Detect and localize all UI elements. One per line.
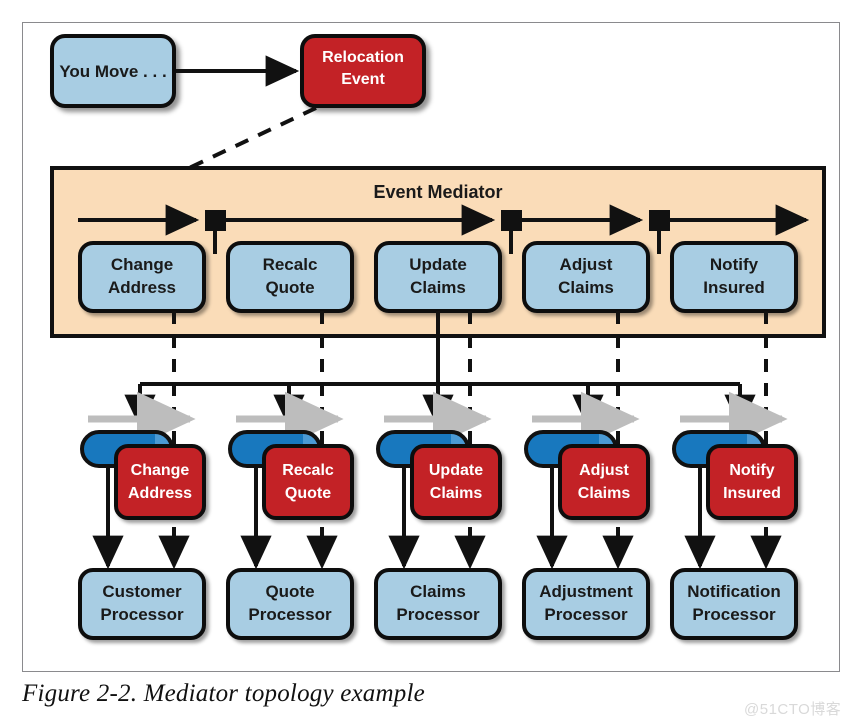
processor-label-line1: Quote (265, 582, 314, 601)
processor-claims[interactable]: Claims Processor (374, 568, 502, 640)
mediator-step-label-line2: Insured (703, 278, 764, 297)
mediator-topology-diagram: You Move . . . Relocation Event Event Me… (50, 34, 826, 640)
event-channel-notify-insured[interactable]: Notify Insured (672, 430, 798, 570)
mediator-step-recalc-quote[interactable]: Recalc Quote (226, 241, 354, 313)
event-channel-label-line1: Notify (729, 462, 774, 479)
mediator-step-label-line1: Adjust (560, 255, 613, 274)
processor-label-line2: Processor (396, 605, 480, 624)
mediator-step-adjust-claims[interactable]: Adjust Claims (522, 241, 650, 313)
event-channel-label-line2: Quote (285, 485, 331, 502)
figure-root: You Move . . . Relocation Event Event Me… (0, 0, 865, 728)
mediator-step-label-line2: Claims (410, 278, 466, 297)
processor-label-line1: Adjustment (539, 582, 633, 601)
mediator-step-label-line2: Claims (558, 278, 614, 297)
event-channel-adjust-claims[interactable]: Adjust Claims (524, 430, 650, 570)
processor-label-line1: Customer (102, 582, 182, 601)
relocation-event-label-line2: Event (341, 71, 385, 88)
processor-label-line2: Processor (544, 605, 628, 624)
mediator-step-label-line1: Notify (710, 255, 759, 274)
event-channel-label-line1: Update (429, 462, 483, 479)
event-channel-label-line2: Insured (723, 485, 781, 502)
mediator-step-label-line1: Change (111, 255, 173, 274)
mediator-step-label-line2: Quote (265, 278, 314, 297)
event-channel-recalc-quote[interactable]: Recalc Quote (228, 430, 354, 570)
initiator-label: You Move . . . (59, 62, 166, 81)
mediator-step-label-line2: Address (108, 278, 176, 297)
initiator-node[interactable]: You Move . . . (50, 34, 176, 108)
event-channel-update-claims[interactable]: Update Claims (376, 430, 502, 570)
processor-customer[interactable]: Customer Processor (78, 568, 206, 640)
figure-caption: Figure 2-2. Mediator topology example (22, 680, 425, 707)
processor-label-line2: Processor (100, 605, 184, 624)
mediator-step-label-line1: Update (409, 255, 467, 274)
event-channel-label-line1: Recalc (282, 462, 334, 479)
processor-quote[interactable]: Quote Processor (226, 568, 354, 640)
mediator-step-update-claims[interactable]: Update Claims (374, 241, 502, 313)
processor-label-line2: Processor (248, 605, 332, 624)
mediator-step-notify-insured[interactable]: Notify Insured (670, 241, 798, 313)
mediator-step-label-line1: Recalc (263, 255, 318, 274)
processor-label-line1: Notification (687, 582, 781, 601)
processor-adjustment[interactable]: Adjustment Processor (522, 568, 650, 640)
event-channel-label-line2: Claims (430, 485, 483, 502)
relocation-event-label-line1: Relocation (322, 49, 404, 66)
event-channel-change-address[interactable]: Change Address (80, 430, 206, 570)
mediator-step-change-address[interactable]: Change Address (78, 241, 206, 313)
event-channel-label-line1: Adjust (579, 462, 629, 479)
event-channel-label-line2: Claims (578, 485, 631, 502)
processor-label-line1: Claims (410, 582, 466, 601)
processor-label-line2: Processor (692, 605, 776, 624)
relocation-event-node[interactable]: Relocation Event (300, 34, 426, 108)
event-channel-label-line2: Address (128, 485, 192, 502)
event-mediator-title: Event Mediator (373, 182, 502, 202)
watermark: @51CTO博客 (744, 701, 842, 718)
event-channel-label-line1: Change (131, 462, 190, 479)
processor-notification[interactable]: Notification Processor (670, 568, 798, 640)
